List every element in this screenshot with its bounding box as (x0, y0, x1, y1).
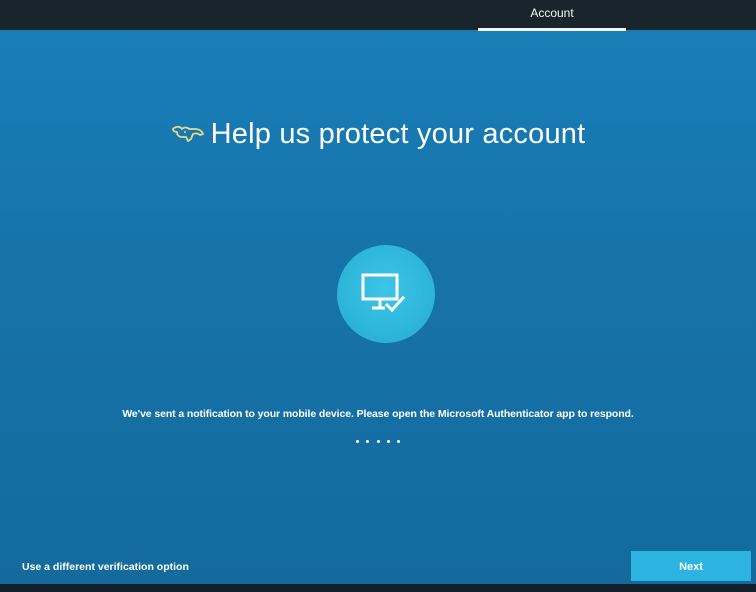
progress-dot (366, 440, 370, 443)
dots-progress-icon (0, 430, 756, 448)
next-button[interactable]: Next (631, 551, 751, 581)
page-title: Help us protect your account (210, 118, 586, 150)
tab-active-indicator (478, 28, 626, 31)
device-status-circle (337, 245, 435, 343)
different-verification-link[interactable]: Use a different verification option (22, 561, 189, 573)
progress-dot (397, 440, 401, 443)
progress-dot (376, 440, 380, 443)
notification-message: We've sent a notification to your mobile… (122, 408, 634, 420)
oobe-screen: Account Help us protect your account We'… (0, 0, 756, 592)
top-bar (0, 0, 756, 30)
page-title-row: Help us protect your account (0, 118, 756, 151)
progress-dot (386, 440, 390, 443)
progress-dot (355, 440, 359, 443)
bull-logo-icon (171, 125, 204, 142)
bottom-bezel (0, 584, 756, 592)
tab-account[interactable]: Account (478, 4, 626, 30)
monitor-check-icon (361, 273, 406, 313)
